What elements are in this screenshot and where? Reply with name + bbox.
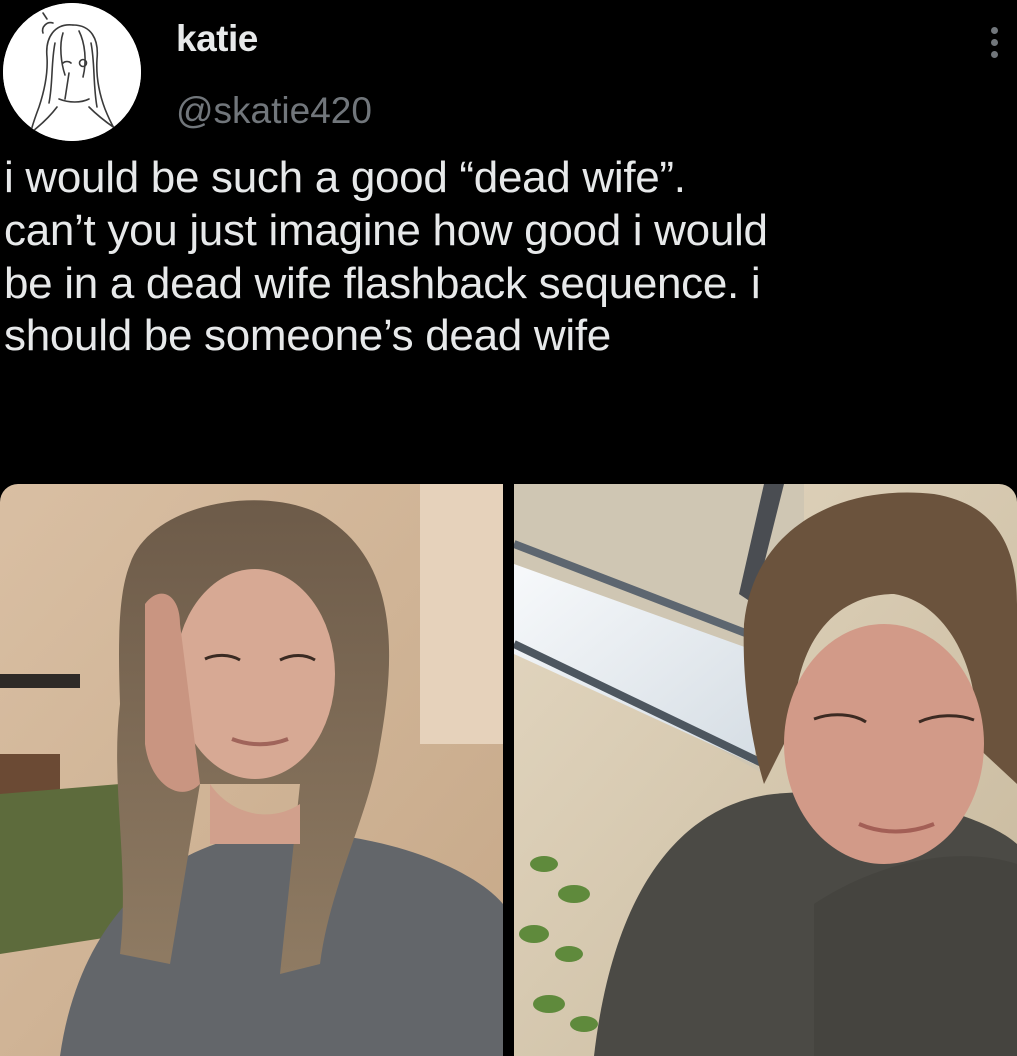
- tweet: katie @skatie420 i would be such a good …: [0, 0, 1017, 1056]
- tweet-text-line: should be someone’s dead wife: [4, 311, 611, 361]
- sketch-portrait-avatar-icon: [3, 3, 141, 141]
- tweet-text: i would be such a good “dead wife”. can’…: [4, 152, 1009, 363]
- user-handle[interactable]: @skatie420: [176, 90, 372, 132]
- display-name[interactable]: katie: [176, 18, 258, 60]
- tweet-text-line: be in a dead wife flashback sequence. i: [4, 258, 761, 308]
- photo-selfie-2[interactable]: [514, 484, 1017, 1056]
- photo-selfie-1[interactable]: [0, 484, 503, 1056]
- more-options-button[interactable]: [980, 20, 1008, 64]
- more-vertical-icon: [990, 26, 998, 34]
- tweet-text-line: i would be such a good “dead wife”.: [4, 153, 686, 202]
- selfie-photo-image: [0, 484, 503, 1056]
- selfie-photo-image: [514, 484, 1017, 1056]
- tweet-text-line: can’t you just imagine how good i would: [4, 205, 768, 255]
- media-grid: [0, 484, 1017, 1056]
- profile-avatar[interactable]: [3, 3, 141, 141]
